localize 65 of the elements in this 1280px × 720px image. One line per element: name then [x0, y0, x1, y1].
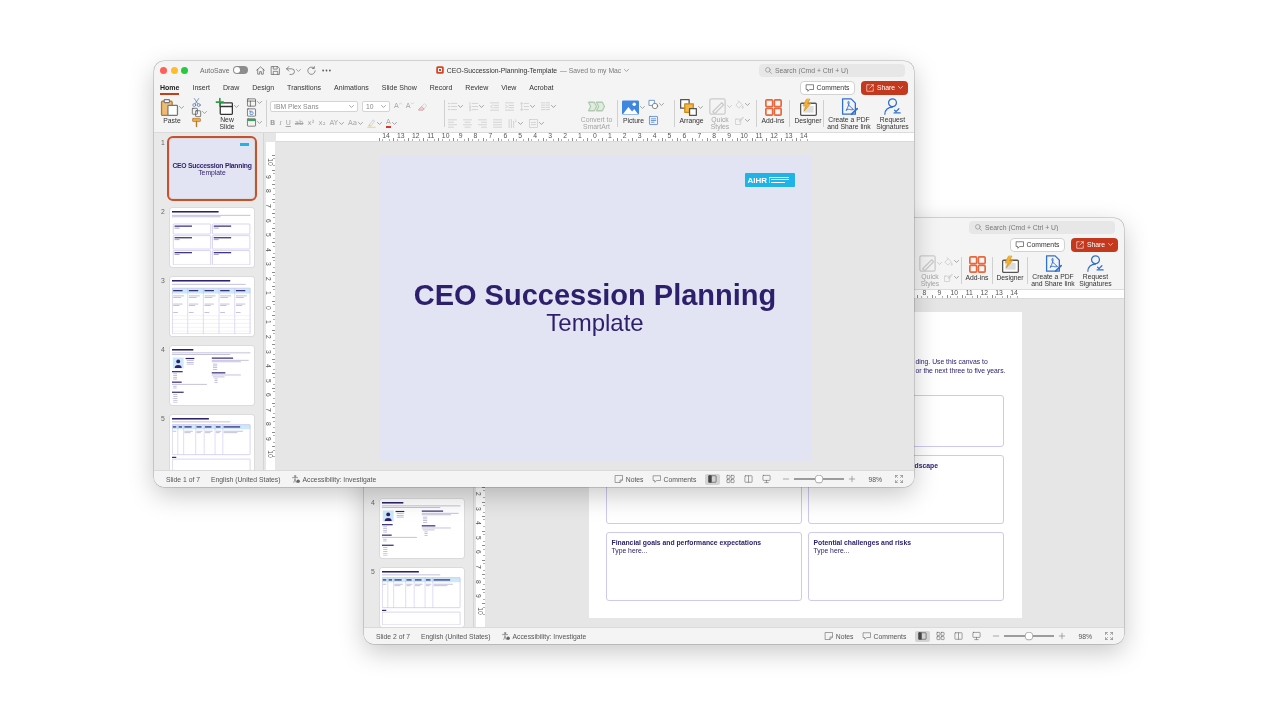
comment-icon: [805, 83, 814, 92]
text-lines-icon: [769, 177, 790, 183]
accessibility-icon: [291, 475, 300, 483]
person-check-icon: [884, 98, 901, 115]
comment-icon: [652, 475, 661, 483]
slide-plus-icon: [215, 98, 233, 115]
save-icon[interactable]: [271, 65, 281, 75]
minimize-icon[interactable]: [170, 66, 178, 74]
caret-icon[interactable]: [257, 99, 262, 105]
grid-icon: [764, 98, 782, 116]
shapes-icon[interactable]: [649, 100, 658, 110]
slider-thumb[interactable]: [1025, 632, 1033, 640]
caret-icon[interactable]: [202, 110, 207, 115]
lightning-frame-icon: [1001, 255, 1019, 273]
zoom-in-icon[interactable]: [1059, 633, 1066, 639]
share-icon: [865, 83, 874, 92]
normal-view-icon[interactable]: [915, 630, 931, 642]
zoom-out-icon[interactable]: [783, 476, 790, 482]
pen-square-icon: [918, 255, 936, 272]
slider-thumb[interactable]: [815, 475, 823, 483]
slide-title: CEO Succession Planning: [412, 281, 778, 310]
caret-icon: [898, 85, 904, 90]
scissors-icon[interactable]: [192, 97, 201, 107]
document-pen-icon: [840, 98, 858, 115]
accessibility-icon: [501, 632, 510, 640]
search-icon: [765, 66, 772, 74]
zoom-in-icon[interactable]: [849, 476, 856, 482]
note-icon: [614, 475, 623, 483]
caret-icon[interactable]: [624, 67, 630, 73]
image-icon: [622, 98, 639, 116]
clipboard-icon: [160, 98, 178, 116]
caret-icon[interactable]: [659, 102, 664, 108]
lightning-frame-icon: [799, 98, 817, 116]
fullscreen-icon[interactable]: [181, 66, 188, 74]
pen-square-icon: [708, 98, 726, 115]
circular-arrow-icon[interactable]: [247, 108, 256, 117]
document-pen-icon: [1044, 255, 1062, 272]
undo-icon[interactable]: [286, 65, 296, 75]
panel-layout-icon[interactable]: [247, 97, 256, 107]
logo-text: AIHR: [747, 175, 768, 185]
note-icon: [824, 632, 833, 640]
brush-icon[interactable]: [192, 118, 201, 128]
stacked-squares-icon: [680, 98, 697, 116]
comment-icon: [1015, 240, 1024, 249]
presentation-file-icon: [435, 66, 444, 74]
grid-icon: [968, 255, 986, 273]
copy-icon[interactable]: [192, 108, 201, 117]
text-box-icon[interactable]: [649, 115, 658, 125]
caret-icon[interactable]: [296, 67, 302, 73]
redo-icon[interactable]: [307, 65, 317, 75]
home-icon[interactable]: [256, 65, 266, 75]
normal-view-icon[interactable]: [705, 473, 721, 485]
caret-icon[interactable]: [257, 120, 262, 126]
autosave-toggle[interactable]: [233, 66, 249, 74]
header-bar-icon[interactable]: [247, 118, 256, 128]
caret-icon: [1108, 242, 1114, 247]
share-icon: [1075, 240, 1084, 249]
slide-subtitle: Template: [545, 310, 645, 335]
fit-to-window-icon[interactable]: [895, 475, 903, 483]
search-icon: [975, 223, 982, 231]
person-check-icon: [1087, 255, 1104, 272]
close-icon[interactable]: [160, 66, 167, 74]
fit-to-window-icon[interactable]: [1105, 632, 1113, 640]
comment-icon: [862, 632, 871, 640]
zoom-out-icon[interactable]: [993, 633, 1000, 639]
